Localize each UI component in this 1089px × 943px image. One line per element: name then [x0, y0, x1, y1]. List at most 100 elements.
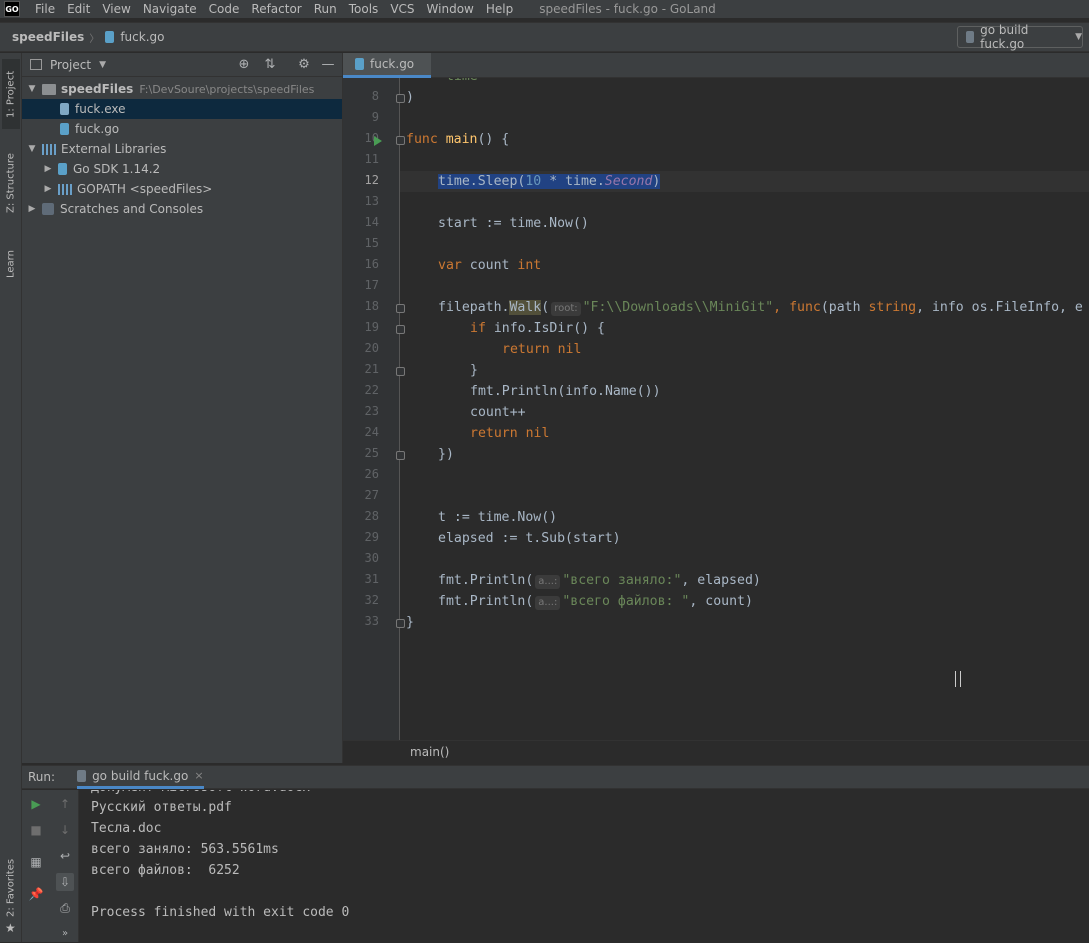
run-console[interactable]: Документ Microsoft Word.docx Русский отв…	[80, 790, 1089, 942]
menu-vcs[interactable]: VCS	[384, 0, 420, 18]
menu-bar: GO File Edit View Navigate Code Refactor…	[0, 0, 1089, 18]
line-number: 11	[364, 152, 379, 166]
console-line: всего заняло: 563.5561ms	[91, 842, 279, 857]
tab-favorites[interactable]: 2: Favorites	[2, 848, 20, 928]
tree-item-fuck-exe[interactable]: fuck.exe	[22, 99, 342, 119]
fold-marker-icon[interactable]	[396, 94, 405, 103]
project-panel-title[interactable]: Project	[50, 58, 91, 72]
string-literal: "всего заняло:"	[562, 573, 682, 588]
chevron-down-icon[interactable]: ▼	[99, 60, 106, 70]
close-icon[interactable]: ×	[194, 769, 203, 782]
tree-item-go-sdk[interactable]: ▶ Go SDK 1.14.2	[22, 159, 342, 179]
code-line-28: t := time.Now()	[438, 510, 558, 525]
more-icon[interactable]: »	[56, 925, 74, 943]
fold-marker-icon[interactable]	[396, 325, 405, 334]
go-sdk-icon	[58, 163, 67, 175]
breadcrumb-file[interactable]: fuck.go	[105, 30, 164, 44]
expand-arrow-icon[interactable]: ▶	[42, 164, 54, 174]
tree-item-scratches[interactable]: ▶ Scratches and Consoles	[22, 199, 342, 219]
code-text: (	[541, 300, 550, 315]
stop-icon[interactable]: ■	[27, 821, 45, 839]
code-line-31: fmt.Println(a...: "всего заняло:", elapse…	[438, 570, 761, 591]
line-number: 26	[364, 467, 379, 481]
scroll-down-icon[interactable]: ↓	[56, 821, 74, 839]
code-line-29: elapsed := t.Sub(start)	[438, 531, 621, 546]
scroll-to-end-icon[interactable]: ⇩	[56, 873, 74, 891]
expand-arrow-icon[interactable]: ▶	[42, 184, 54, 194]
menu-window[interactable]: Window	[421, 0, 480, 18]
selection: time.Sleep(10 * time.Second)	[438, 174, 661, 189]
expand-arrow-icon[interactable]: ▼	[26, 144, 38, 154]
menu-view[interactable]: View	[96, 0, 136, 18]
console-line: Русский ответы.pdf	[91, 800, 232, 815]
layout-icon[interactable]: ▦	[27, 853, 45, 871]
tab-fuck-go[interactable]: fuck.go	[343, 53, 431, 78]
tree-item-label: fuck.exe	[75, 102, 126, 116]
code-text: * time.	[541, 174, 605, 189]
breadcrumb-project[interactable]: speedFiles	[12, 30, 84, 44]
fold-marker-icon[interactable]	[396, 136, 405, 145]
run-toolbar: ▶ ■ ▦ 📌 ↑ ↓ ↩ ⇩ ⎙ »	[22, 790, 79, 942]
tab-project[interactable]: 1: Project	[2, 59, 20, 129]
menu-run[interactable]: Run	[308, 0, 343, 18]
constant: Second	[604, 174, 653, 189]
expand-arrow-icon[interactable]: ▼	[26, 84, 38, 94]
parameter-hint: a...:	[535, 596, 561, 610]
code-line-33: }	[406, 615, 414, 630]
star-icon: ★	[5, 921, 16, 935]
fold-marker-icon[interactable]	[396, 367, 405, 376]
line-number: 9	[371, 110, 379, 124]
tab-learn-label: Learn	[5, 250, 17, 278]
menu-refactor[interactable]: Refactor	[245, 0, 307, 18]
menu-navigate[interactable]: Navigate	[137, 0, 203, 18]
locate-icon[interactable]: ⊕	[236, 57, 252, 73]
expand-arrow-icon[interactable]: ▶	[26, 204, 38, 214]
code-editor[interactable]: 8 9 10 11 12 13 14 15 16 17 18 19 20 21 …	[343, 78, 1089, 740]
tree-item-label: GOPATH <speedFiles>	[77, 182, 213, 196]
minimize-icon[interactable]: —	[320, 57, 336, 73]
tree-item-gopath[interactable]: ▶ GOPATH <speedFiles>	[22, 179, 342, 199]
code-text: info.IsDir() {	[485, 321, 605, 336]
line-number: 29	[364, 530, 379, 544]
executable-file-icon	[60, 103, 69, 115]
tab-structure[interactable]: Z: Structure	[2, 143, 20, 223]
menu-tools[interactable]: Tools	[343, 0, 385, 18]
menu-edit[interactable]: Edit	[61, 0, 96, 18]
fold-marker-icon[interactable]	[396, 304, 405, 313]
pin-icon[interactable]: 📌	[27, 885, 45, 903]
fold-guide	[399, 78, 400, 740]
code-text: )	[652, 174, 661, 189]
code-text: filepath.	[438, 300, 510, 315]
gear-icon[interactable]: ⚙	[296, 57, 312, 73]
soft-wrap-icon[interactable]: ↩	[56, 847, 74, 865]
fold-marker-icon[interactable]	[396, 619, 405, 628]
tree-item-external-libraries[interactable]: ▼ External Libraries	[22, 139, 342, 159]
tree-item-speedfiles[interactable]: ▼ speedFiles F:\DevSoure\projects\speedF…	[22, 79, 342, 99]
print-icon[interactable]: ⎙	[56, 899, 74, 917]
run-tab[interactable]: go build fuck.go ×	[77, 765, 204, 789]
code-text: , info os.FileInfo, e	[916, 300, 1083, 315]
tab-learn[interactable]: Learn	[2, 239, 20, 289]
collapse-all-icon[interactable]: ⇅	[262, 57, 278, 73]
code-text: , count)	[689, 594, 753, 609]
line-number: 17	[364, 278, 379, 292]
run-gutter-icon[interactable]	[374, 136, 382, 146]
line-number: 15	[364, 236, 379, 250]
tree-item-fuck-go[interactable]: fuck.go	[22, 119, 342, 139]
go-file-icon	[105, 31, 115, 43]
tree-item-label: fuck.go	[75, 122, 120, 136]
menu-help[interactable]: Help	[480, 0, 519, 18]
run-tab-label: go build fuck.go	[92, 768, 189, 783]
fold-marker-icon[interactable]	[396, 451, 405, 460]
line-number: 21	[364, 362, 379, 376]
scroll-up-icon[interactable]: ↑	[56, 795, 74, 813]
run-configuration-select[interactable]: go build fuck.go ▼	[957, 23, 1083, 51]
menu-code[interactable]: Code	[203, 0, 246, 18]
breadcrumb-function[interactable]: main()	[410, 745, 449, 759]
go-file-icon	[355, 58, 364, 70]
menu-file[interactable]: File	[29, 0, 61, 18]
tree-item-label: speedFiles	[61, 82, 134, 96]
scratches-icon	[42, 203, 54, 215]
rerun-icon[interactable]: ▶	[27, 795, 45, 813]
code-text: count	[461, 258, 518, 273]
